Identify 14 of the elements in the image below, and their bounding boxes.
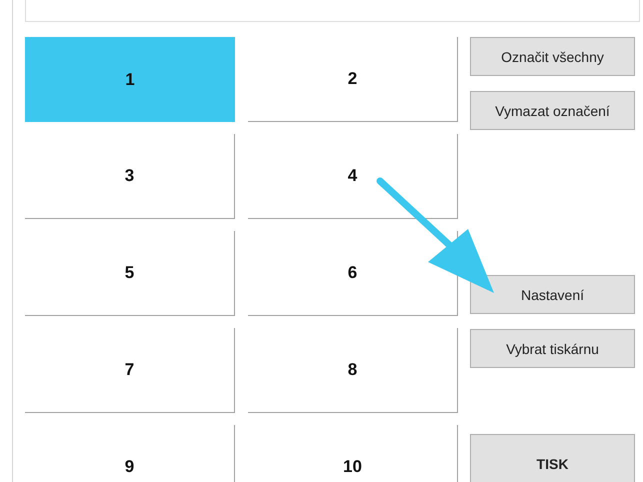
number-tile[interactable]: 7 — [25, 328, 235, 413]
number-tile[interactable]: 8 — [248, 328, 458, 413]
number-tile[interactable]: 2 — [248, 37, 458, 122]
number-tile[interactable]: 1 — [25, 37, 235, 122]
action-button[interactable]: Vybrat tiskárnu — [470, 329, 635, 368]
text-field[interactable] — [25, 0, 640, 22]
number-tile[interactable]: 3 — [25, 134, 235, 219]
action-button[interactable]: Označit všechny — [470, 37, 635, 76]
number-tile[interactable]: 4 — [248, 134, 458, 219]
action-button[interactable]: Vymazat označení — [470, 91, 635, 130]
print-button[interactable]: TISK — [470, 434, 635, 482]
action-button[interactable]: Nastavení — [470, 275, 635, 314]
number-tile[interactable]: 6 — [248, 231, 458, 316]
number-tile[interactable]: 5 — [25, 231, 235, 316]
